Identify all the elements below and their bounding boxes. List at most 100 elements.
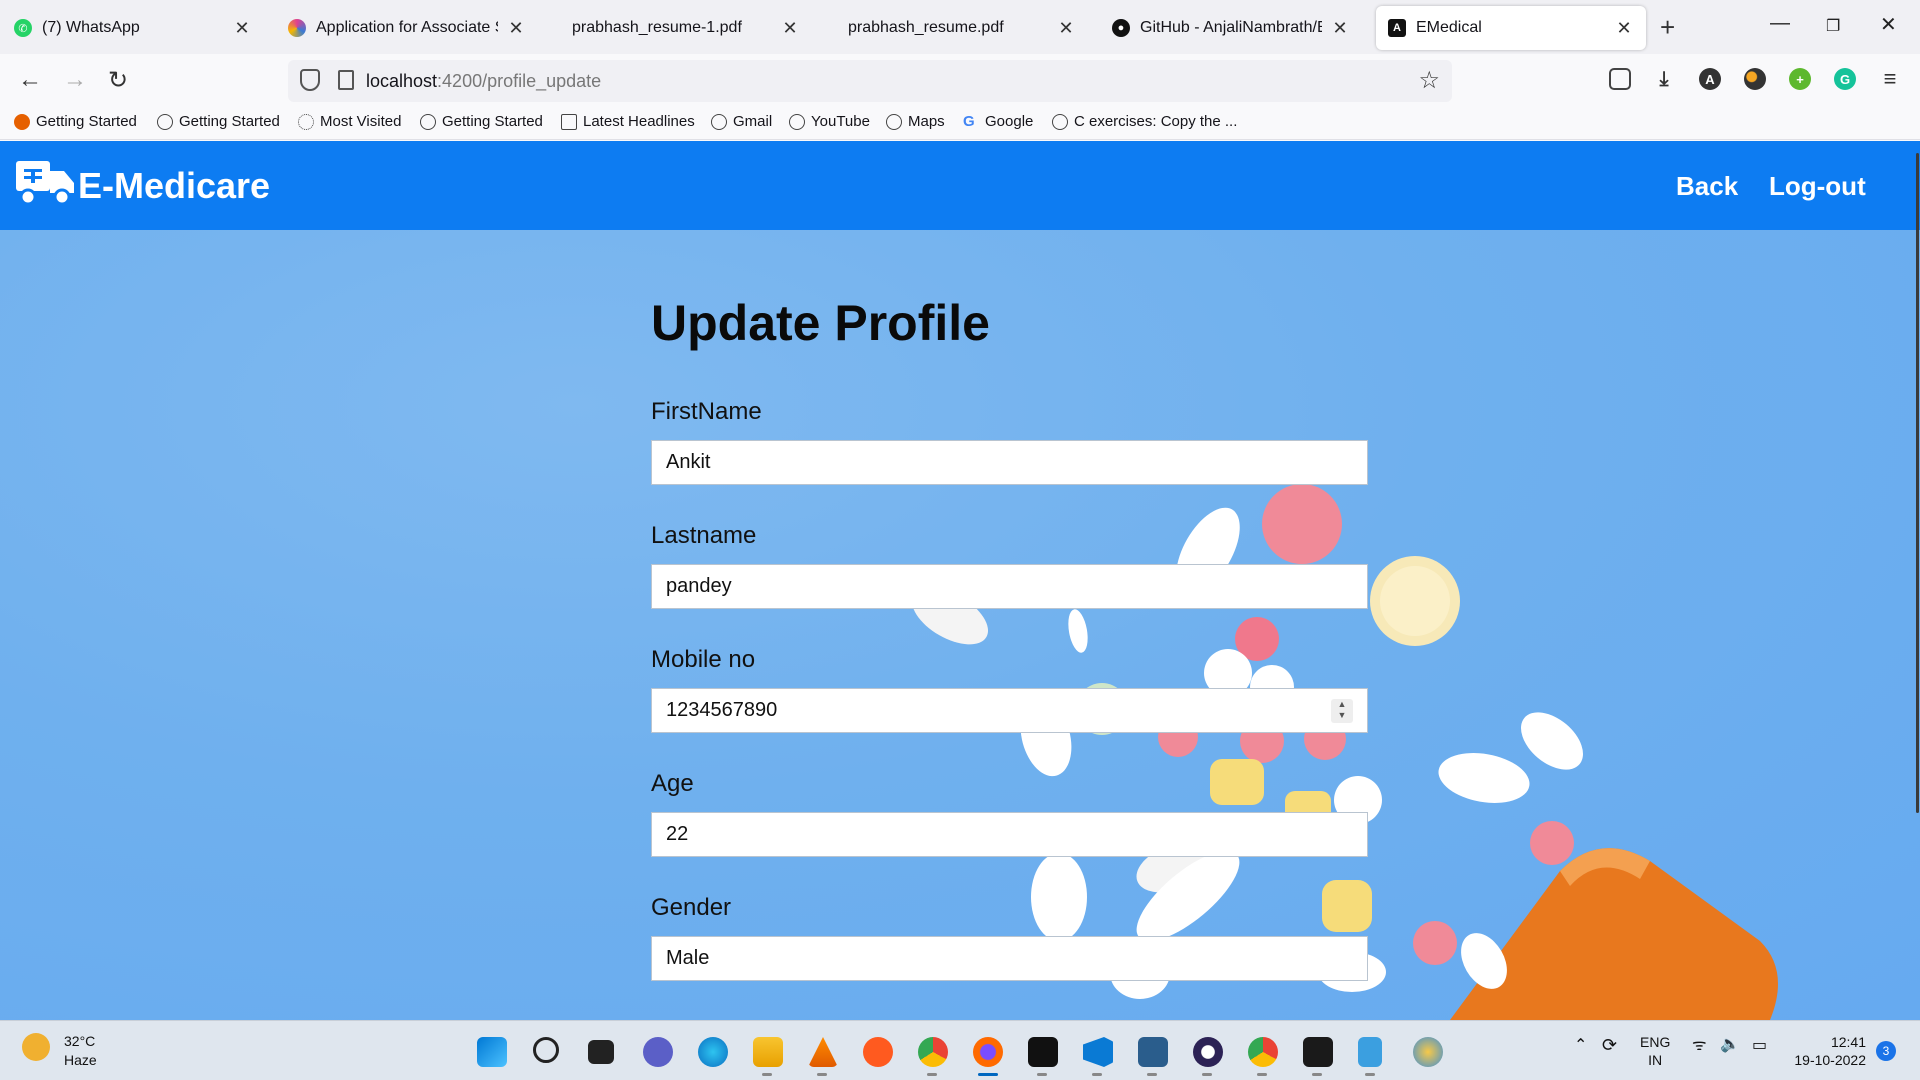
edge-icon[interactable] [698, 1037, 728, 1067]
vlc-icon[interactable] [808, 1037, 838, 1067]
tab-github[interactable]: ● GitHub - AnjaliNambrath/E-Me ✕ [1100, 6, 1362, 50]
bookmark-item[interactable]: C exercises: Copy the ... [1052, 113, 1237, 130]
bookmark-star-icon[interactable]: ☆ [1418, 66, 1440, 95]
page-viewport: E-Medicare Back Log-out Update Profile F… [0, 141, 1920, 1020]
paint-icon[interactable] [1413, 1037, 1443, 1067]
logout-link[interactable]: Log-out [1769, 171, 1866, 202]
back-link[interactable]: Back [1676, 171, 1738, 202]
lastname-input[interactable]: pandey [651, 564, 1368, 609]
date-text: 19-10-2022 [1794, 1052, 1866, 1068]
tab-whatsapp[interactable]: ✆ (7) WhatsApp ✕ [2, 6, 264, 50]
teams-chat-icon[interactable] [643, 1037, 673, 1067]
download-icon[interactable]: ⤓ [1653, 68, 1675, 90]
reload-icon[interactable]: ↻ [108, 66, 128, 95]
notification-badge[interactable]: 3 [1876, 1041, 1896, 1061]
close-icon[interactable]: ✕ [1614, 18, 1634, 39]
bookmark-item[interactable]: Getting Started [420, 113, 543, 130]
volume-icon[interactable]: 🔈 [1720, 1036, 1740, 1054]
bookmark-label: Gmail [733, 113, 773, 130]
address-bar[interactable]: localhost:4200/profile_update ☆ [288, 60, 1452, 102]
url-path: :4200/profile_update [437, 71, 602, 91]
url-host: localhost [366, 71, 438, 91]
bookmark-item[interactable]: G Google [963, 113, 1033, 130]
bookmark-item[interactable]: YouTube [789, 113, 870, 130]
language-indicator[interactable]: ENG IN [1640, 1033, 1670, 1069]
mobile-value: 1234567890 [666, 699, 778, 721]
bookmark-item[interactable]: Latest Headlines [561, 113, 695, 130]
time-text: 12:41 [1830, 1034, 1866, 1050]
close-icon[interactable]: ✕ [232, 18, 252, 39]
firefox-icon[interactable] [973, 1037, 1003, 1067]
add-extension-icon[interactable]: + [1789, 68, 1811, 90]
mysql-workbench-icon[interactable] [1138, 1037, 1168, 1067]
bookmark-item[interactable]: Most Visited [298, 113, 401, 130]
battery-icon[interactable]: ▭ [1752, 1037, 1767, 1055]
bookmark-label: YouTube [811, 113, 870, 130]
chevron-up-icon[interactable]: ⌃ [1574, 1037, 1587, 1055]
sync-icon[interactable]: ⟳ [1602, 1036, 1617, 1054]
shield-icon[interactable] [300, 69, 320, 91]
age-input[interactable]: 22 [651, 812, 1368, 857]
region-code: IN [1648, 1052, 1663, 1068]
tab-application[interactable]: Application for Associate Softw ✕ [276, 6, 538, 50]
windows-start-icon[interactable] [477, 1037, 507, 1067]
bookmark-label: Getting Started [36, 113, 137, 130]
bookmarks-bar: Getting Started Getting Started Most Vis… [0, 108, 1920, 140]
mobile-input[interactable]: 1234567890 ▲ ▼ [651, 688, 1368, 733]
close-icon[interactable]: ✕ [1056, 18, 1076, 39]
chrome-icon[interactable] [918, 1037, 948, 1067]
vscode-icon[interactable] [1083, 1037, 1113, 1067]
number-spinner-icon[interactable]: ▲ ▼ [1331, 699, 1353, 723]
gender-input[interactable]: Male [651, 936, 1368, 981]
close-icon[interactable]: ✕ [780, 18, 800, 39]
bookmark-item[interactable]: Getting Started [157, 113, 280, 130]
terminal-icon[interactable] [1303, 1037, 1333, 1067]
extension-icon[interactable] [1744, 68, 1766, 90]
page-title: Update Profile [651, 295, 990, 351]
file-explorer-icon[interactable] [753, 1037, 783, 1067]
tab-title: (7) WhatsApp [42, 19, 140, 36]
clock[interactable]: 12:41 19-10-2022 [1790, 1033, 1866, 1069]
menu-icon[interactable]: ≡ [1879, 66, 1901, 91]
weather-haze-icon[interactable] [22, 1033, 50, 1061]
forward-arrow-icon[interactable]: → [63, 66, 87, 94]
close-icon[interactable]: ✕ [506, 18, 526, 39]
weather-widget[interactable]: 32°C Haze [64, 1032, 97, 1070]
page-scrollbar[interactable] [1915, 141, 1920, 1020]
page-icon[interactable] [338, 70, 354, 90]
lastname-label: Lastname [651, 522, 757, 549]
pocket-icon[interactable] [1609, 68, 1631, 90]
grammarly-icon[interactable]: G [1834, 68, 1856, 90]
minimize-icon[interactable]: — [1770, 12, 1790, 35]
account-icon[interactable]: A [1699, 68, 1721, 90]
url-text[interactable]: localhost:4200/profile_update [366, 71, 601, 92]
window-close-icon[interactable]: ✕ [1880, 12, 1897, 37]
new-tab-button[interactable]: + [1660, 12, 1675, 43]
back-arrow-icon[interactable]: ← [18, 66, 42, 94]
notepad-icon[interactable] [1358, 1037, 1382, 1067]
restore-icon[interactable]: ❐ [1826, 16, 1840, 36]
chrome-icon[interactable] [1248, 1037, 1278, 1067]
firefox-icon [14, 113, 30, 130]
bookmark-item[interactable]: Getting Started [14, 113, 137, 130]
globe-icon [886, 113, 902, 130]
webstorm-icon[interactable] [1028, 1037, 1058, 1067]
wifi-icon[interactable]: ᯤ [1692, 1037, 1707, 1055]
tab-pdf-1[interactable]: prabhash_resume-1.pdf ✕ [550, 6, 812, 50]
search-icon[interactable] [533, 1037, 559, 1063]
bookmark-item[interactable]: Maps [886, 113, 945, 130]
scrollbar-thumb[interactable] [1916, 153, 1919, 813]
brand-logo-text[interactable]: E-Medicare [78, 165, 270, 207]
tab-pdf-2[interactable]: prabhash_resume.pdf ✕ [826, 6, 1088, 50]
postman-icon[interactable] [863, 1037, 893, 1067]
bookmark-label: Getting Started [179, 113, 280, 130]
running-indicator [1147, 1073, 1157, 1076]
bookmark-item[interactable]: Gmail [711, 113, 772, 130]
eclipse-icon[interactable] [1193, 1037, 1223, 1067]
firstname-input[interactable]: Ankit [651, 440, 1368, 485]
close-icon[interactable]: ✕ [1330, 18, 1350, 39]
bookmark-label: C exercises: Copy the ... [1074, 113, 1238, 130]
globe-icon [711, 113, 727, 130]
task-view-icon[interactable] [588, 1040, 614, 1064]
tab-emedical[interactable]: A EMedical ✕ [1376, 6, 1646, 50]
